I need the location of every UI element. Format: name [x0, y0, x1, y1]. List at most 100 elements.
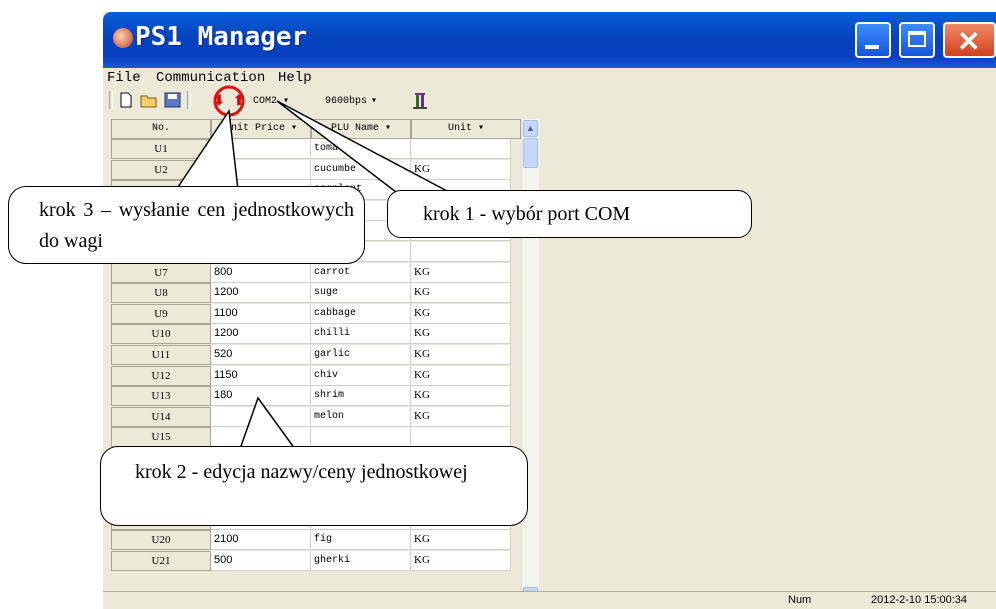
table-row[interactable]: U15 — [111, 427, 521, 448]
chevron-down-icon: ▾ — [283, 96, 290, 107]
table-row[interactable]: U7 800 carrot KG — [111, 262, 521, 283]
row-number[interactable]: U11 — [111, 345, 211, 365]
cell-unit-price[interactable] — [211, 427, 311, 448]
row-number[interactable]: U7 — [111, 262, 211, 283]
table-row[interactable]: U2 cucumbe KG — [111, 159, 521, 180]
connect-icon[interactable] — [411, 91, 429, 109]
menu-file[interactable]: File — [107, 70, 141, 86]
scroll-thumb[interactable] — [523, 138, 538, 168]
chevron-down-icon: ▾ — [371, 96, 378, 107]
title-bar[interactable]: PS1 Manager ✕ — [103, 12, 996, 68]
cell-unit[interactable]: KG — [411, 159, 511, 180]
cell-unit[interactable]: KG — [411, 324, 511, 345]
table-row[interactable]: U14 melon KG — [111, 406, 521, 427]
cell-unit[interactable] — [411, 427, 511, 448]
row-number[interactable]: U12 — [111, 365, 211, 386]
cell-unit-price[interactable]: 1100 — [211, 303, 311, 324]
cell-plu-name[interactable]: tomato — [311, 139, 411, 159]
window-title: PS1 Manager — [135, 22, 308, 52]
close-icon: ✕ — [957, 26, 981, 57]
column-header-no[interactable]: No. — [111, 119, 211, 139]
table-row[interactable]: U13 180 shrim KG — [111, 386, 521, 407]
cell-plu-name[interactable]: shrim — [311, 386, 411, 407]
cell-unit-price[interactable]: 1200 — [211, 283, 311, 304]
table-row[interactable]: U20 2100 fig KG — [111, 530, 521, 551]
menu-communication[interactable]: Communication — [156, 70, 265, 86]
row-number[interactable]: U1 — [111, 139, 211, 159]
cell-unit-price[interactable] — [211, 139, 311, 159]
table-row[interactable]: U12 1150 chiv KG — [111, 365, 521, 386]
com-port-select[interactable]: COM2 ▾ — [253, 93, 323, 109]
toolbar: ⬇ ⬆ COM2 ▾ 9600bps ▾ — [103, 88, 996, 112]
cell-unit[interactable]: KG — [411, 530, 511, 551]
row-number[interactable]: U15 — [111, 427, 211, 448]
close-button[interactable]: ✕ — [943, 22, 996, 58]
open-folder-icon[interactable] — [139, 91, 159, 109]
cell-plu-name[interactable]: cabbage — [311, 303, 411, 324]
scroll-up-icon[interactable]: ▲ — [523, 120, 538, 137]
cell-unit[interactable]: KG — [411, 406, 511, 427]
cell-unit-price[interactable]: 180 — [211, 386, 311, 407]
cell-unit-price[interactable]: 2100 — [211, 530, 311, 551]
cell-plu-name[interactable]: melon — [311, 406, 411, 427]
save-icon[interactable] — [163, 91, 183, 109]
minimize-button[interactable] — [855, 22, 891, 58]
cell-plu-name[interactable] — [311, 427, 411, 448]
column-header-unit[interactable]: Unit ▾ — [411, 119, 521, 139]
cell-plu-name[interactable]: chiv — [311, 365, 411, 386]
table-row[interactable]: U10 1200 chilli KG — [111, 324, 521, 345]
cell-unit[interactable]: KG — [411, 365, 511, 386]
cell-unit-price[interactable]: 520 — [211, 345, 311, 365]
cell-unit-price[interactable] — [211, 159, 311, 180]
upload-arrow-icon[interactable]: ⬆ — [231, 91, 247, 109]
chevron-down-icon: ▾ — [291, 123, 298, 134]
cell-unit-price[interactable]: 1200 — [211, 324, 311, 345]
table-row[interactable]: U11 520 garlic KG — [111, 345, 521, 365]
table-row[interactable]: U8 1200 suge KG — [111, 283, 521, 304]
column-header-plu-name[interactable]: PLU Name ▾ — [311, 119, 411, 139]
cell-unit-price[interactable] — [211, 406, 311, 427]
callout-step1: krok 1 - wybór port COM — [387, 190, 752, 238]
new-file-icon[interactable] — [117, 91, 135, 109]
row-number[interactable]: U2 — [111, 159, 211, 180]
cell-plu-name[interactable]: gherki — [311, 551, 411, 571]
cell-unit[interactable] — [411, 139, 511, 159]
row-number[interactable]: U13 — [111, 386, 211, 407]
cell-plu-name[interactable]: fig — [311, 530, 411, 551]
row-number[interactable]: U8 — [111, 283, 211, 304]
row-number[interactable]: U14 — [111, 406, 211, 427]
callout-step2: krok 2 - edycja nazwy/ceny jednostkowej — [100, 446, 528, 526]
cell-unit-price[interactable]: 1150 — [211, 365, 311, 386]
baud-rate-select[interactable]: 9600bps ▾ — [325, 93, 405, 109]
cell-unit[interactable]: KG — [411, 262, 511, 283]
row-number[interactable]: U20 — [111, 530, 211, 551]
toolbar-grip — [109, 91, 113, 109]
num-lock-indicator: Num — [788, 594, 812, 606]
row-number[interactable]: U10 — [111, 324, 211, 345]
download-arrow-icon[interactable]: ⬇ — [211, 91, 227, 109]
menu-help[interactable]: Help — [278, 70, 312, 86]
maximize-button[interactable] — [899, 22, 935, 58]
cell-plu-name[interactable]: chilli — [311, 324, 411, 345]
cell-unit[interactable]: KG — [411, 303, 511, 324]
column-header-plu-name-label: PLU Name — [330, 123, 379, 134]
table-row[interactable]: U1 tomato — [111, 139, 521, 159]
cell-plu-name[interactable]: cucumbe — [311, 159, 411, 180]
table-row[interactable]: U9 1100 cabbage KG — [111, 303, 521, 324]
row-number[interactable]: U9 — [111, 303, 211, 324]
cell-unit[interactable]: KG — [411, 345, 511, 365]
cell-unit[interactable]: KG — [411, 551, 511, 571]
cell-plu-name[interactable]: garlic — [311, 345, 411, 365]
status-bar: Num 2012-2-10 15:00:34 — [103, 591, 996, 609]
cell-unit[interactable]: KG — [411, 283, 511, 304]
cell-plu-name[interactable]: suge — [311, 283, 411, 304]
cell-plu-name[interactable]: carrot — [311, 262, 411, 283]
cell-unit[interactable] — [411, 242, 511, 262]
chevron-down-icon: ▾ — [478, 123, 485, 134]
table-row[interactable]: U21 500 gherki KG — [111, 551, 521, 571]
row-number[interactable]: U21 — [111, 551, 211, 571]
cell-unit-price[interactable]: 800 — [211, 262, 311, 283]
column-header-unit-price[interactable]: Unit Price ▾ — [211, 119, 311, 139]
cell-unit[interactable]: KG — [411, 386, 511, 407]
cell-unit-price[interactable]: 500 — [211, 551, 311, 571]
